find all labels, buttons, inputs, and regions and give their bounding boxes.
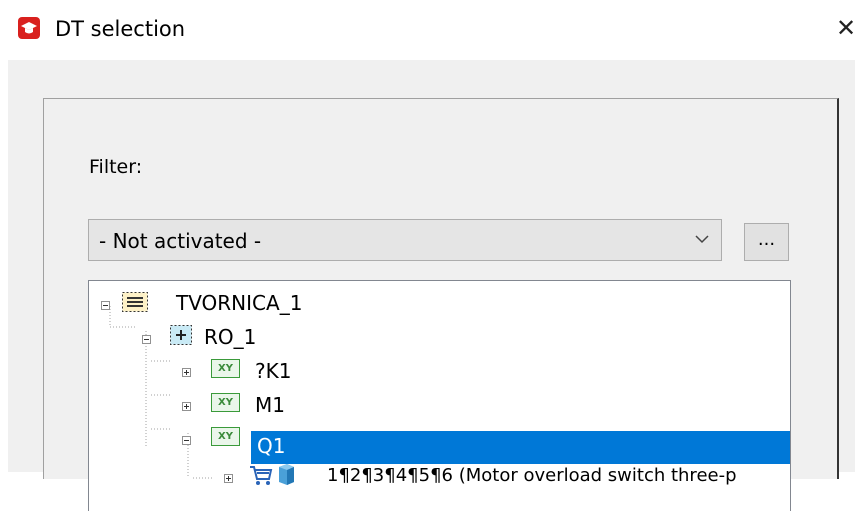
collapse-toggle[interactable] [101, 301, 110, 310]
graduation-cap-icon [18, 17, 40, 39]
xy-device-icon: XY [211, 393, 240, 412]
tree-item-label: TVORNICA_1 [176, 291, 303, 315]
selected-row-highlight[interactable]: Q1 [251, 431, 790, 464]
tree-item-label: 1¶2¶3¶4¶5¶6 (Motor overload switch three… [327, 465, 737, 486]
chevron-down-icon [695, 235, 709, 244]
close-icon[interactable]: ✕ [836, 14, 855, 42]
expand-toggle[interactable] [182, 368, 191, 377]
location-plus-icon [170, 325, 192, 345]
tree-item-label: RO_1 [204, 325, 257, 349]
part-cube-icon [279, 464, 294, 485]
selection-panel: Filter: - Not activated - ... TVORNICA_1… [43, 98, 839, 511]
shopping-cart-icon [250, 466, 273, 485]
dt-tree[interactable]: TVORNICA_1 RO_1 XY ?K1 XY M1 XY Q1 1¶2¶3… [88, 280, 791, 511]
tree-item-label: ?K1 [255, 359, 292, 383]
filter-label: Filter: [89, 156, 143, 178]
xy-device-icon: XY [211, 359, 240, 378]
dialog-body: Filter: - Not activated - ... TVORNICA_1… [8, 60, 855, 511]
tree-item-label: M1 [255, 393, 285, 417]
xy-device-icon: XY [211, 427, 240, 446]
structure-list-icon [122, 292, 148, 312]
expand-toggle[interactable] [182, 402, 191, 411]
window-title: DT selection [55, 17, 186, 41]
filter-selected-value: - Not activated - [99, 229, 262, 253]
filter-dropdown[interactable]: - Not activated - [88, 219, 722, 261]
collapse-toggle[interactable] [142, 335, 151, 344]
tree-item-label: Q1 [257, 434, 286, 458]
collapse-toggle[interactable] [182, 436, 191, 445]
title-bar: DT selection ✕ [0, 0, 855, 60]
filter-settings-button[interactable]: ... [744, 223, 789, 261]
expand-toggle[interactable] [224, 474, 233, 483]
